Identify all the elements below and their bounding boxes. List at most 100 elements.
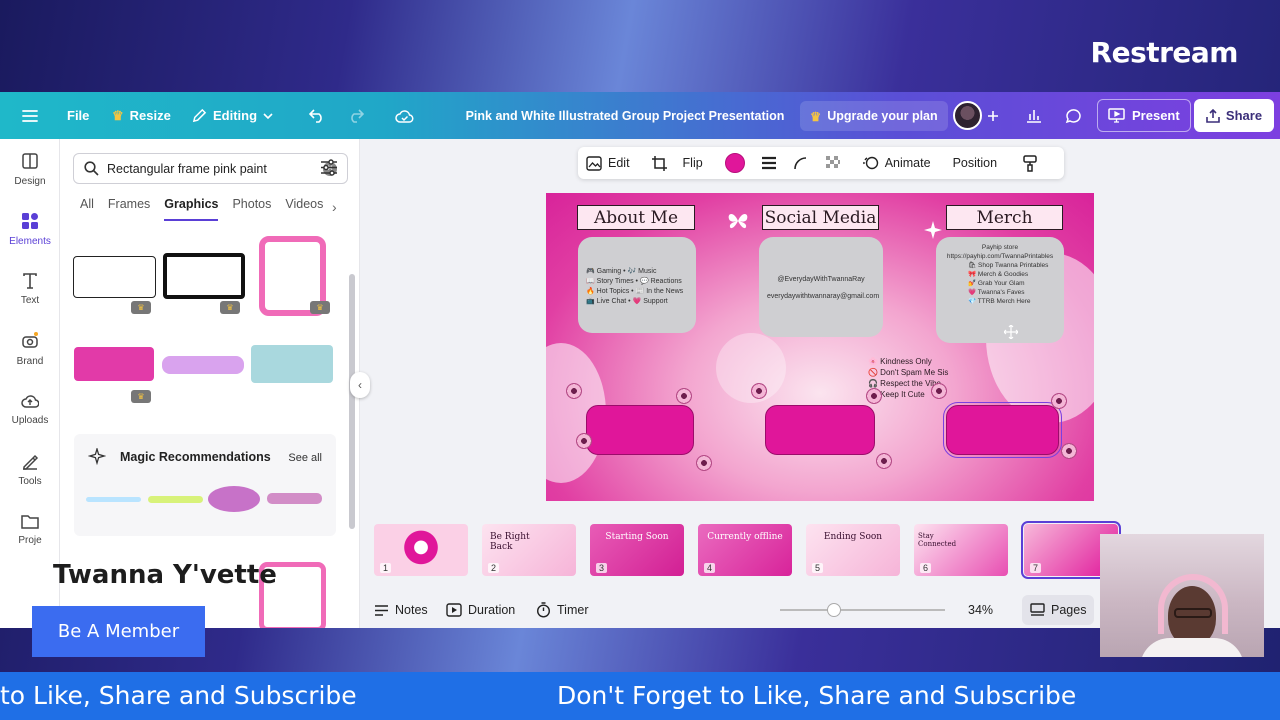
user-avatar[interactable] bbox=[953, 101, 982, 130]
flower-decoration bbox=[576, 433, 592, 449]
rail-item-text[interactable]: Text bbox=[0, 261, 60, 317]
timer-label: Timer bbox=[557, 603, 589, 617]
tab-videos[interactable]: Videos bbox=[285, 197, 323, 221]
panel-scrollbar[interactable] bbox=[349, 274, 355, 529]
thumbnail-page-6[interactable]: Stay Connected 6 bbox=[914, 524, 1008, 576]
rail-item-elements[interactable]: Elements bbox=[0, 201, 60, 257]
zoom-slider-handle[interactable] bbox=[827, 603, 841, 617]
about-me-card[interactable]: 🎮 Gaming • 🎶 Music 📖 Story Times • 💬 Rea… bbox=[578, 237, 696, 333]
editing-mode-dropdown[interactable]: Editing bbox=[192, 92, 273, 139]
thumbnail-page-4[interactable]: Currently offline 4 bbox=[698, 524, 792, 576]
premium-crown-icon: ♛ bbox=[131, 301, 151, 314]
rail-item-brand[interactable]: Brand bbox=[0, 321, 60, 377]
transparency-icon[interactable] bbox=[817, 155, 849, 171]
add-collaborator-icon[interactable] bbox=[987, 92, 999, 139]
panel-tabs: All Frames Graphics Photos Videos bbox=[80, 197, 323, 221]
pink-frame-middle[interactable] bbox=[765, 405, 875, 455]
pink-frame-left[interactable] bbox=[586, 405, 694, 455]
notes-button[interactable]: Notes bbox=[374, 592, 428, 628]
graphic-purple-blob[interactable] bbox=[208, 486, 260, 512]
ticker-banner: to Like, Share and Subscribe Don't Forge… bbox=[0, 672, 1280, 720]
flip-button[interactable]: Flip bbox=[675, 156, 711, 170]
context-toolbar: Edit Flip Animate Position bbox=[578, 147, 1064, 179]
slide-title-merch[interactable]: Merch bbox=[946, 205, 1063, 230]
merch-line: 💗 Twanna's Faves bbox=[968, 289, 1025, 296]
rail-item-uploads[interactable]: Uploads bbox=[0, 381, 60, 437]
flower-decoration bbox=[676, 388, 692, 404]
chevron-down-icon bbox=[263, 112, 273, 119]
zoom-level[interactable]: 34% bbox=[968, 592, 993, 628]
position-button[interactable]: Position bbox=[939, 156, 1005, 170]
timer-button[interactable]: Timer bbox=[536, 592, 588, 628]
present-button[interactable]: Present bbox=[1097, 99, 1191, 132]
be-a-member-button[interactable]: Be A Member bbox=[32, 606, 205, 657]
rail-label: Text bbox=[20, 294, 40, 306]
menu-icon[interactable] bbox=[22, 92, 38, 139]
document-title[interactable]: Pink and White Illustrated Group Project… bbox=[460, 92, 790, 139]
slide-title-about[interactable]: About Me bbox=[577, 205, 695, 230]
upgrade-plan-button[interactable]: ♛ Upgrade your plan bbox=[800, 101, 948, 131]
rail-item-design[interactable]: Design bbox=[0, 141, 60, 197]
slide-title-social[interactable]: Social Media bbox=[762, 205, 879, 230]
tabs-next-icon[interactable]: › bbox=[332, 199, 337, 215]
page-number: 3 bbox=[596, 563, 608, 573]
graphic-blue-stroke[interactable] bbox=[86, 497, 141, 502]
pink-frame-right-selected[interactable] bbox=[943, 402, 1062, 458]
crop-icon[interactable] bbox=[638, 155, 675, 171]
pages-button[interactable]: Pages bbox=[1022, 595, 1095, 625]
see-all-link[interactable]: See all bbox=[288, 452, 322, 464]
rail-label: Design bbox=[14, 175, 46, 187]
merch-card[interactable]: Payhip store https://payhip.com/TwannaPr… bbox=[936, 237, 1064, 343]
graphic-lime-stroke[interactable] bbox=[148, 496, 203, 503]
flower-decoration bbox=[876, 453, 892, 469]
move-cursor-icon bbox=[1004, 325, 1018, 339]
search-icon bbox=[84, 161, 99, 176]
social-media-card[interactable]: @EverydayWithTwannaRay everydaywithtwann… bbox=[759, 237, 883, 337]
pages-label: Pages bbox=[1051, 603, 1087, 617]
notes-label: Notes bbox=[395, 603, 428, 617]
graphic-frame-thick[interactable] bbox=[163, 253, 245, 299]
thumbnail-page-2[interactable]: Be Right Back 2 bbox=[482, 524, 576, 576]
copy-style-icon[interactable] bbox=[1005, 154, 1045, 172]
tab-frames[interactable]: Frames bbox=[108, 197, 150, 221]
premium-crown-icon: ♛ bbox=[310, 301, 330, 314]
graphic-lilac-brushstroke[interactable] bbox=[162, 356, 244, 374]
share-button[interactable]: Share bbox=[1194, 99, 1274, 132]
collapse-panel-icon[interactable]: ‹ bbox=[350, 372, 370, 398]
animate-button[interactable]: Animate bbox=[849, 155, 939, 171]
search-input[interactable]: Rectangular frame pink paint × bbox=[73, 153, 348, 184]
tab-all[interactable]: All bbox=[80, 197, 94, 221]
tab-graphics[interactable]: Graphics bbox=[164, 197, 219, 221]
tab-photos[interactable]: Photos bbox=[232, 197, 271, 221]
undo-icon[interactable] bbox=[309, 92, 326, 139]
duration-button[interactable]: Duration bbox=[446, 592, 515, 628]
edit-image-button[interactable]: Edit bbox=[578, 155, 638, 171]
graphic-teal-rectangle[interactable] bbox=[251, 345, 333, 383]
resize-button[interactable]: ♛ Resize bbox=[112, 92, 171, 139]
duration-label: Duration bbox=[468, 603, 516, 617]
zoom-slider[interactable] bbox=[780, 609, 945, 611]
comment-icon[interactable] bbox=[1065, 92, 1082, 139]
graphic-mauve-stroke[interactable] bbox=[267, 493, 322, 504]
corner-rounding-icon[interactable] bbox=[785, 156, 817, 170]
rail-item-tools[interactable]: Tools bbox=[0, 441, 60, 497]
slide-canvas[interactable]: About Me Social Media Merch 🎮 Gaming • 🎶… bbox=[546, 193, 1094, 501]
thumbnail-page-3[interactable]: Starting Soon 3 bbox=[590, 524, 684, 576]
thumbnail-page-1[interactable]: 1 bbox=[374, 524, 468, 576]
flower-decoration bbox=[866, 388, 882, 404]
cloud-saved-icon[interactable] bbox=[395, 92, 414, 139]
filter-icon[interactable] bbox=[320, 159, 338, 181]
page-number: 4 bbox=[704, 563, 716, 573]
file-menu[interactable]: File bbox=[67, 92, 89, 139]
rail-item-projects[interactable]: Proje bbox=[0, 501, 60, 557]
redo-icon[interactable] bbox=[347, 92, 364, 139]
thumbnail-page-5[interactable]: Ending Soon 5 bbox=[806, 524, 900, 576]
graphic-frame-thin[interactable] bbox=[73, 256, 156, 298]
thumbnail-title: Currently offline bbox=[707, 532, 783, 542]
line-weight-icon[interactable] bbox=[753, 156, 785, 170]
insights-icon[interactable] bbox=[1026, 92, 1042, 139]
graphic-pink-rectangle[interactable] bbox=[74, 347, 154, 381]
social-handle: @EverydayWithTwannaRay bbox=[777, 276, 865, 283]
elements-panel: Rectangular frame pink paint × All Frame… bbox=[60, 139, 360, 628]
fill-color-swatch[interactable] bbox=[711, 153, 753, 173]
